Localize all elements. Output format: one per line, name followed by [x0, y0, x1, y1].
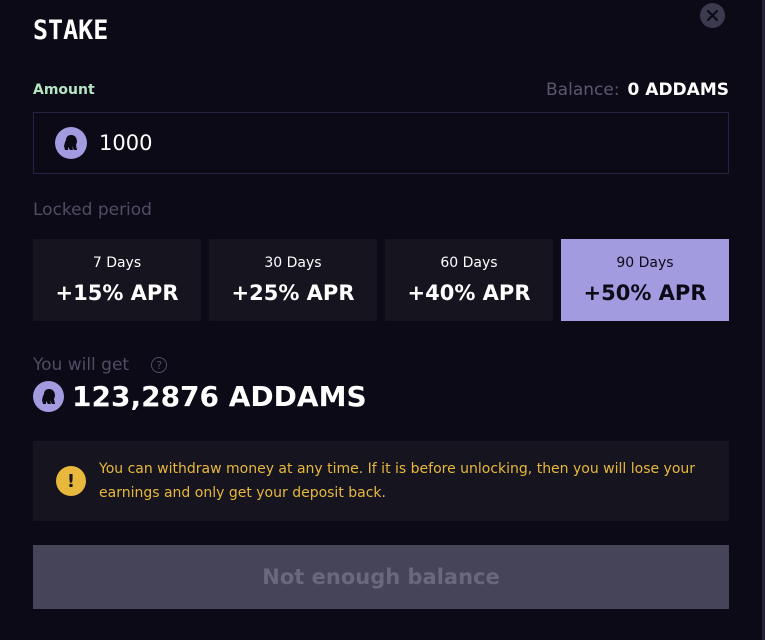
period-apr: +25% APR — [231, 281, 355, 305]
warning-text: You can withdraw money at any time. If i… — [99, 461, 696, 501]
period-days: 30 Days — [264, 255, 322, 271]
you-will-get-label: You will get ? — [33, 355, 168, 375]
locked-period-options: 7 Days +15% APR 30 Days +25% APR 60 Days… — [33, 239, 729, 321]
period-days: 7 Days — [92, 255, 142, 271]
period-apr: +50% APR — [583, 281, 707, 305]
stake-submit-button[interactable]: Not enough balance — [33, 545, 729, 609]
period-days: 90 Days — [616, 255, 674, 271]
period-option-60-days[interactable]: 60 Days +40% APR — [385, 239, 553, 321]
you-will-get-value: 123,2876 ADDAMS — [33, 380, 367, 413]
period-option-7-days[interactable]: 7 Days +15% APR — [33, 239, 201, 321]
you-will-get-text: You will get — [33, 355, 130, 375]
balance-display: Balance: 0 ADDAMS — [546, 80, 729, 100]
period-apr: +40% APR — [407, 281, 531, 305]
modal-title: STAKE — [33, 14, 109, 46]
stake-modal: STAKE Amount Balance: 0 ADDAMS Locked pe… — [0, 0, 765, 640]
balance-value: 0 ADDAMS — [627, 80, 729, 100]
amount-input[interactable] — [99, 131, 659, 155]
locked-period-label: Locked period — [33, 200, 152, 220]
receive-amount: 123,2876 ADDAMS — [72, 380, 367, 413]
warning-box: ! You can withdraw money at any time. If… — [33, 441, 729, 521]
amount-label: Amount — [33, 82, 95, 98]
close-button[interactable] — [700, 3, 725, 28]
period-option-90-days[interactable]: 90 Days +50% APR — [561, 239, 729, 321]
close-icon — [707, 10, 718, 21]
warning-icon: ! — [56, 466, 86, 496]
balance-label: Balance: — [546, 80, 620, 100]
help-icon[interactable]: ? — [151, 357, 168, 373]
amount-field[interactable] — [33, 112, 729, 174]
gorilla-token-icon — [33, 381, 64, 412]
period-option-30-days[interactable]: 30 Days +25% APR — [209, 239, 377, 321]
gorilla-token-icon — [55, 127, 87, 159]
period-apr: +15% APR — [55, 281, 179, 305]
period-days: 60 Days — [440, 255, 498, 271]
